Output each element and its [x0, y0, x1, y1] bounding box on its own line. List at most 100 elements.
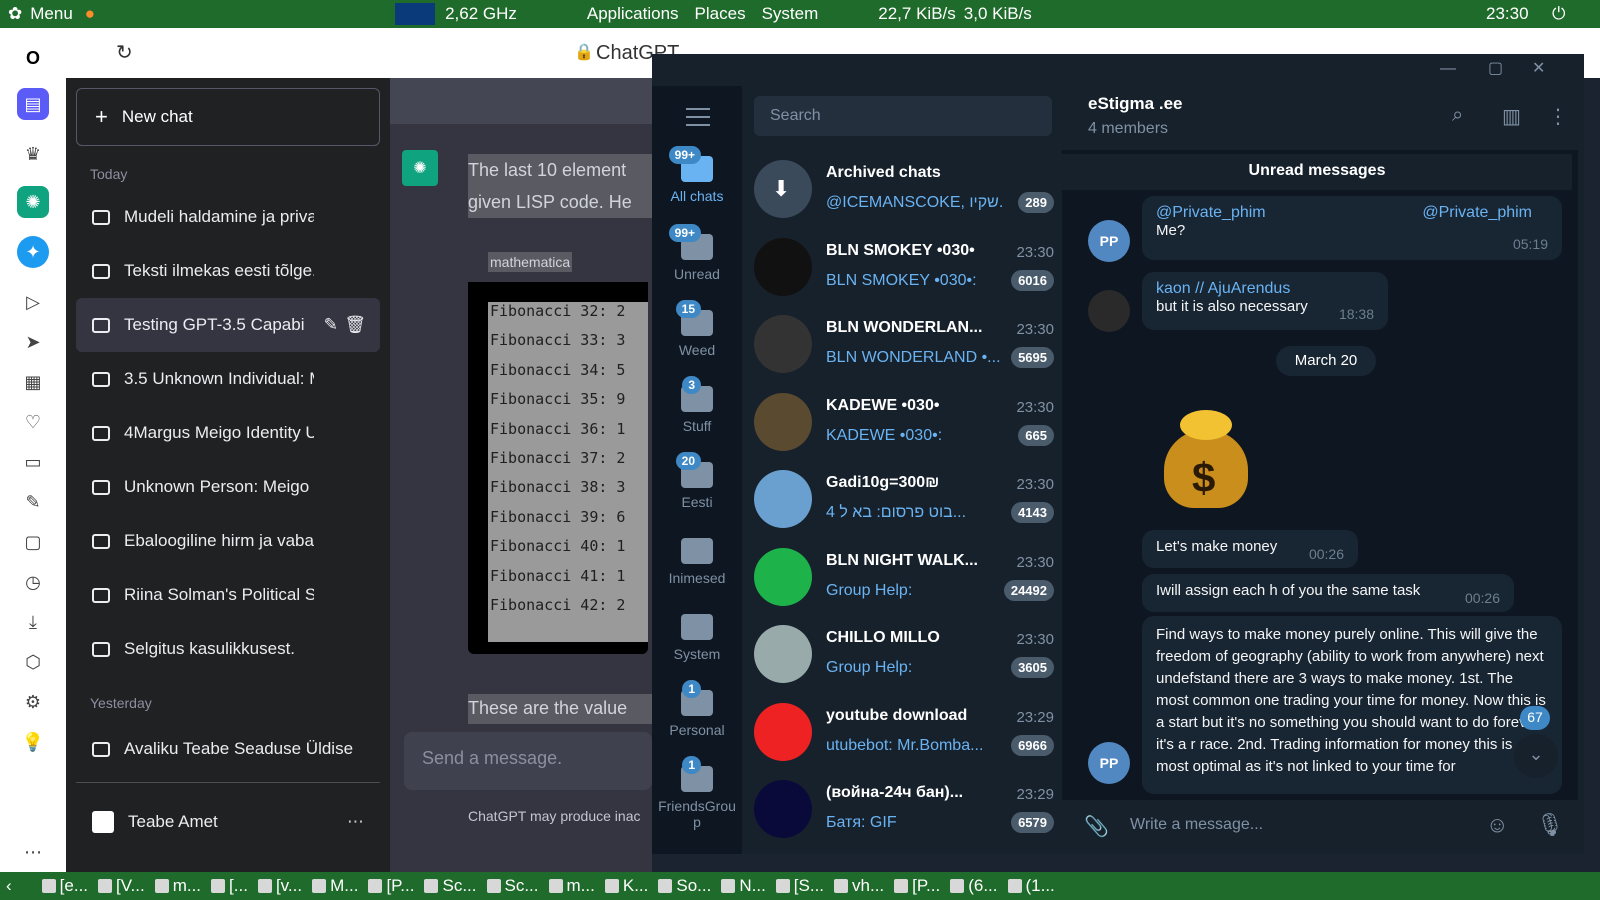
reply-sender[interactable]: @Private_phim: [1422, 204, 1532, 222]
chat-list-item[interactable]: BLN WONDERLAN... 23:30 BLN WONDERLAND •...…: [742, 307, 1062, 383]
folder-tab[interactable]: 15 Weed: [652, 300, 742, 358]
new-chat-button[interactable]: + New chat: [76, 88, 380, 146]
account-button[interactable]: Teabe Amet ⋯: [76, 795, 380, 849]
folder-tab[interactable]: 99+ Unread: [652, 224, 742, 282]
taskbar-item[interactable]: So...: [658, 876, 711, 896]
applications-menu[interactable]: Applications: [587, 4, 679, 24]
chat-history-item[interactable]: Mudeli haldamine ja privaatsu: [76, 190, 380, 244]
taskbar-item[interactable]: [S...: [775, 876, 824, 896]
taskbar-item[interactable]: Sc...: [424, 876, 477, 896]
maximize-icon[interactable]: ▢: [1488, 58, 1503, 78]
folder-tab[interactable]: Inimesed: [652, 538, 742, 586]
taskbar-item[interactable]: [P...: [368, 876, 414, 896]
places-menu[interactable]: Places: [695, 4, 746, 24]
message-input[interactable]: Send a message.: [404, 732, 652, 790]
more-icon[interactable]: ⋯: [17, 836, 49, 868]
chat-list-item[interactable]: CHILLO MILLO 23:30 Group Help: 3605: [742, 617, 1062, 693]
attach-icon[interactable]: 📎: [1084, 814, 1109, 839]
system-menu[interactable]: System: [762, 4, 819, 24]
bulb-icon[interactable]: 💡: [17, 726, 49, 758]
tabs-icon[interactable]: ▢: [17, 526, 49, 558]
avatar[interactable]: PP: [1088, 742, 1130, 784]
chat-list-item[interactable]: BLN SMOKEY •030• 23:30 BLN SMOKEY •030•: 60…: [742, 230, 1062, 306]
player-icon[interactable]: ▷: [17, 286, 49, 318]
chat-history-item[interactable]: Teksti ilmekas eesti tõlge.: [76, 244, 380, 298]
taskbar-item[interactable]: [V...: [98, 876, 145, 896]
taskbar-item[interactable]: (1...: [1007, 876, 1055, 896]
chat-history-item[interactable]: Unknown Person: Meigo Marg: [76, 460, 380, 514]
taskbar-item[interactable]: m...: [548, 876, 595, 896]
crown-icon[interactable]: ♛: [17, 138, 49, 170]
box-icon[interactable]: ⬡: [17, 646, 49, 678]
folder-tab[interactable]: 20 Eesti: [652, 452, 742, 510]
heart-icon[interactable]: ♡: [17, 406, 49, 438]
taskbar-item[interactable]: (6...: [950, 876, 998, 896]
taskbar-item[interactable]: [...: [211, 876, 248, 896]
power-icon[interactable]: ⏻: [1552, 4, 1565, 24]
send-icon[interactable]: ➤: [17, 326, 49, 358]
avatar[interactable]: PP: [1088, 220, 1130, 262]
menu-button[interactable]: Menu: [30, 4, 73, 24]
taskbar-item[interactable]: vh...: [834, 876, 884, 896]
chat-history-item[interactable]: 4Margus Meigo Identity Unkno: [76, 406, 380, 460]
microphone-icon[interactable]: 🎙: [1536, 812, 1564, 838]
hamburger-menu-icon[interactable]: [686, 108, 710, 126]
search-input[interactable]: Search: [754, 96, 1052, 136]
taskbar-item[interactable]: [P...: [894, 876, 940, 896]
apps-icon[interactable]: ▦: [17, 366, 49, 398]
taskbar-item[interactable]: Sc...: [486, 876, 539, 896]
conversation-title[interactable]: eStigma .ee: [1088, 94, 1183, 114]
history-icon[interactable]: ◷: [17, 566, 49, 598]
reload-icon[interactable]: ↻: [116, 40, 133, 65]
taskbar-item[interactable]: [e...: [41, 876, 88, 896]
chat-list-item[interactable]: youtube download 23:29 utubebot: Mr.Bomba.…: [742, 695, 1062, 771]
chat-history-item[interactable]: Ebaloogiline hirm ja vabandus: [76, 514, 380, 568]
folder-tab[interactable]: System: [652, 614, 742, 662]
taskbar-item[interactable]: K...: [604, 876, 648, 896]
close-icon[interactable]: ✕: [1532, 58, 1545, 78]
chat-history-item[interactable]: 3.5 Unknown Individual: Margu: [76, 352, 380, 406]
chat-list-item[interactable]: BLN NIGHT WALK... 23:30 Group Help: 24492: [742, 540, 1062, 616]
more-options-icon[interactable]: ⋯: [347, 812, 364, 832]
folder-tab[interactable]: 99+ All chats: [652, 146, 742, 204]
more-icon[interactable]: ⋮: [1548, 104, 1568, 129]
folder-tab[interactable]: 1 Personal: [652, 680, 742, 738]
opera-logo-icon[interactable]: O: [17, 42, 49, 74]
news-icon[interactable]: ▭: [17, 446, 49, 478]
message-input[interactable]: Write a message...: [1130, 816, 1263, 834]
chat-list-item[interactable]: Gadi10g=300₪ 23:30 4 בוט פרסום: בא ל... 414…: [742, 462, 1062, 538]
emoji-icon[interactable]: ☺: [1486, 812, 1508, 838]
search-icon[interactable]: ⌕: [1452, 104, 1463, 127]
chat-list-item[interactable]: KADEWE •030• 23:30 KADEWE •030•: 665: [742, 385, 1062, 461]
settings-icon[interactable]: ⚙: [17, 686, 49, 718]
show-desktop-icon[interactable]: ‹: [6, 876, 12, 896]
firefox-icon[interactable]: ●: [85, 4, 95, 24]
menu-icon[interactable]: ✿: [8, 4, 22, 24]
folder-tab[interactable]: 1 FriendsGroup: [652, 756, 742, 830]
avatar[interactable]: [1088, 290, 1130, 332]
chat-list-item[interactable]: ⬇ Archived chats @ICEMANSCOKE, שקיו... 289: [742, 152, 1062, 228]
clock[interactable]: 23:30: [1486, 4, 1529, 24]
chat-history-item[interactable]: Selgitus kasulikkusest.: [76, 622, 380, 676]
twitter-icon[interactable]: ✦: [17, 236, 49, 268]
taskbar-item[interactable]: N...: [721, 876, 766, 896]
sidebar-toggle-icon[interactable]: ▥: [1502, 104, 1521, 129]
pin-icon[interactable]: ✎: [17, 486, 49, 518]
folder-tab[interactable]: 3 Stuff: [652, 376, 742, 434]
minimize-icon[interactable]: —: [1440, 60, 1456, 78]
chat-history-item[interactable]: Avaliku Teabe Seaduse Üldise: [76, 722, 380, 776]
download-icon[interactable]: ⤓: [17, 606, 49, 638]
edit-icon[interactable]: ✎: [324, 315, 338, 335]
taskbar-item[interactable]: [v...: [257, 876, 302, 896]
chat-history-item[interactable]: Testing GPT-3.5 Capabi ✎ 🗑: [76, 298, 380, 352]
chat-list-item[interactable]: (война-24ч бан)... 23:29 Батя: GIF 6579: [742, 772, 1062, 848]
chatgpt-icon[interactable]: ✺: [17, 186, 49, 218]
chat-history-item[interactable]: Riina Solman's Political Shift: [76, 568, 380, 622]
sender-name[interactable]: kaon // AjuArendus: [1156, 280, 1374, 298]
taskbar-item[interactable]: m...: [154, 876, 201, 896]
workspace-icon[interactable]: ▤: [17, 88, 49, 120]
taskbar-item[interactable]: M...: [312, 876, 358, 896]
scroll-down-button[interactable]: ⌄: [1514, 734, 1558, 778]
delete-icon[interactable]: 🗑: [344, 315, 366, 335]
folder-badge: 99+: [668, 224, 701, 242]
